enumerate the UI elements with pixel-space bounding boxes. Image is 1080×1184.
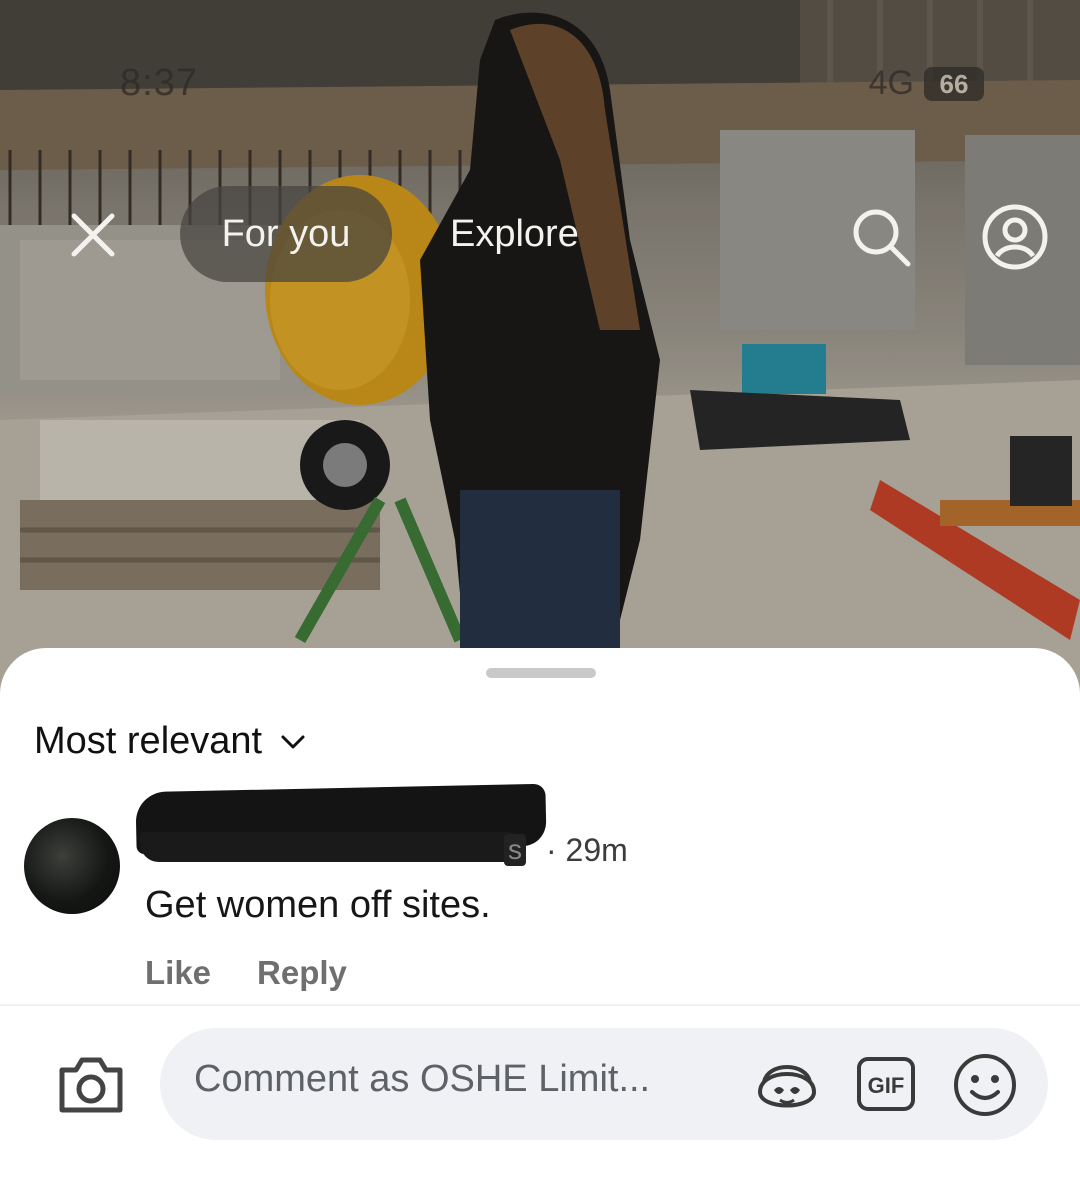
comment-item: s · 29m Get women off sites. Like Reply: [0, 783, 1080, 991]
comment-timestamp: · 29m: [546, 832, 628, 868]
comment-text: Get women off sites.: [145, 884, 491, 926]
gif-button[interactable]: GIF: [856, 1056, 916, 1112]
comment-actions: Like Reply: [145, 954, 347, 992]
sort-label: Most relevant: [34, 720, 263, 762]
comment-input-placeholder: Comment as OSHE Limit...: [194, 1058, 651, 1100]
reel-background-photo: 8:37 4G 66 For you Explore: [0, 0, 1080, 700]
tab-explore[interactable]: Explore: [432, 186, 597, 282]
gif-icon: GIF: [857, 1057, 915, 1111]
search-button[interactable]: [848, 204, 914, 270]
redacted-username-secondary: [140, 832, 526, 862]
camera-button[interactable]: [56, 1054, 126, 1116]
camera-icon: [59, 1057, 123, 1113]
close-button[interactable]: [68, 210, 118, 260]
status-time: 8:37: [120, 62, 198, 104]
comment-composer: Comment as OSHE Limit... GIF: [0, 1024, 1080, 1144]
sort-dropdown[interactable]: Most relevant: [34, 720, 308, 763]
reply-button[interactable]: Reply: [257, 954, 347, 992]
like-button[interactable]: Like: [145, 954, 211, 992]
profile-button[interactable]: [980, 202, 1050, 272]
chevron-down-icon: [281, 735, 305, 748]
avatar-face-icon: [757, 1065, 817, 1108]
battery-level: 66: [924, 66, 984, 101]
status-indicators: 4G 66: [869, 64, 984, 103]
sheet-drag-handle[interactable]: [486, 668, 596, 678]
comments-sheet: Most relevant s · 29m Get women off site…: [0, 648, 1080, 1184]
composer-divider: [0, 1004, 1080, 1006]
profile-icon: [982, 204, 1048, 270]
svg-text:GIF: GIF: [868, 1073, 905, 1098]
reel-top-nav: For you Explore: [0, 180, 1080, 290]
tab-for-you[interactable]: For you: [180, 186, 392, 282]
close-icon: [71, 213, 115, 257]
username-fragment: s: [504, 834, 526, 866]
avatar-sticker-button[interactable]: [752, 1052, 822, 1118]
commenter-avatar[interactable]: [24, 818, 120, 914]
smiley-icon: [954, 1054, 1016, 1116]
network-type: 4G: [868, 64, 914, 102]
emoji-button[interactable]: [952, 1052, 1018, 1118]
search-icon: [853, 209, 911, 267]
